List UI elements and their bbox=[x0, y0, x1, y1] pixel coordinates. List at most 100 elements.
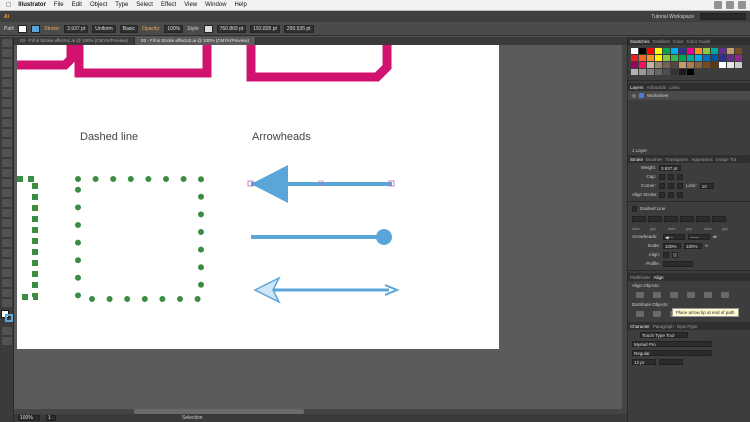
link-scale-icon[interactable]: ∞ bbox=[705, 243, 708, 248]
menu-view[interactable]: View bbox=[184, 2, 197, 8]
color-swatch[interactable] bbox=[703, 55, 710, 61]
spotlight-icon[interactable] bbox=[738, 1, 746, 9]
menu-object[interactable]: Object bbox=[90, 2, 107, 8]
artboard-number-field[interactable]: 1 bbox=[46, 415, 56, 421]
color-swatch[interactable] bbox=[655, 62, 662, 68]
color-swatch[interactable] bbox=[655, 69, 662, 75]
tab-layers[interactable]: Layers bbox=[630, 85, 644, 90]
stroke-swatch[interactable] bbox=[31, 24, 41, 33]
color-swatch[interactable] bbox=[679, 48, 686, 54]
color-swatch[interactable] bbox=[647, 55, 654, 61]
color-swatch[interactable] bbox=[679, 69, 686, 75]
current-tool-label[interactable]: Selection bbox=[182, 415, 203, 421]
color-swatch[interactable] bbox=[719, 48, 726, 54]
scale-tool-icon[interactable] bbox=[2, 159, 12, 167]
menu-effect[interactable]: Effect bbox=[161, 2, 176, 8]
visibility-eye-icon[interactable]: ◎ bbox=[632, 93, 636, 99]
color-swatch[interactable] bbox=[687, 48, 694, 54]
tab-artboards[interactable]: Artboards bbox=[647, 85, 667, 90]
start-scale-field[interactable]: 100% bbox=[663, 242, 681, 249]
round-join-button[interactable] bbox=[668, 182, 674, 189]
color-swatch[interactable] bbox=[639, 62, 646, 68]
color-swatch[interactable] bbox=[679, 55, 686, 61]
menu-app-name[interactable]: Illustrator bbox=[18, 2, 46, 8]
tab-color-guide[interactable]: Color Guide bbox=[687, 39, 711, 44]
place-arrow-tip-button[interactable] bbox=[672, 251, 678, 258]
search-input[interactable] bbox=[700, 13, 746, 20]
slice-tool-icon[interactable] bbox=[2, 279, 12, 287]
color-swatch[interactable] bbox=[727, 55, 734, 61]
brush-definition-select[interactable]: Basic bbox=[119, 24, 138, 33]
variable-width-select[interactable]: Uniform bbox=[92, 24, 116, 33]
line-tool-icon[interactable] bbox=[2, 99, 12, 107]
paintbrush-tool-icon[interactable] bbox=[2, 119, 12, 127]
free-transform-tool-icon[interactable] bbox=[2, 179, 12, 187]
zoom-field[interactable]: 100% bbox=[18, 415, 40, 421]
rectangle-tool-icon[interactable] bbox=[2, 109, 12, 117]
gap-field-2[interactable] bbox=[680, 216, 694, 222]
artboard-tool-icon[interactable] bbox=[2, 269, 12, 277]
miter-join-button[interactable] bbox=[659, 182, 665, 189]
eyedropper-tool-icon[interactable] bbox=[2, 229, 12, 237]
align-inside-button[interactable] bbox=[668, 191, 674, 198]
color-swatch[interactable] bbox=[631, 48, 638, 54]
drawing-mode-icon[interactable] bbox=[2, 327, 12, 335]
start-arrowhead-select[interactable]: ◀— bbox=[663, 233, 685, 240]
symbol-sprayer-tool-icon[interactable] bbox=[2, 249, 12, 257]
font-family-select[interactable]: Myriad Pro bbox=[632, 340, 712, 347]
color-swatch[interactable] bbox=[695, 48, 702, 54]
pencil-tool-icon[interactable] bbox=[2, 129, 12, 137]
arrowheads-heading[interactable]: Arrowheads bbox=[252, 131, 311, 143]
align-center-button[interactable] bbox=[659, 191, 665, 198]
gap-field-1[interactable] bbox=[648, 216, 662, 222]
color-swatch[interactable] bbox=[735, 62, 742, 68]
menu-window[interactable]: Window bbox=[205, 2, 226, 8]
dashed-line-checkbox[interactable] bbox=[632, 205, 637, 212]
hand-tool-icon[interactable] bbox=[2, 289, 12, 297]
tab-swatches[interactable]: Swatches bbox=[630, 39, 650, 44]
tab-appearance[interactable]: Appearanc bbox=[691, 157, 713, 162]
color-swatch[interactable] bbox=[703, 48, 710, 54]
align-left-icon[interactable] bbox=[636, 292, 644, 298]
dash-field-1[interactable] bbox=[632, 216, 646, 222]
stroke-color-icon[interactable] bbox=[5, 314, 13, 322]
apple-icon[interactable]:  bbox=[6, 2, 11, 9]
gap-field-3[interactable] bbox=[712, 216, 726, 222]
x-field[interactable]: 760.869 pt bbox=[216, 24, 247, 33]
color-swatch[interactable] bbox=[655, 55, 662, 61]
color-swatch[interactable] bbox=[711, 48, 718, 54]
dash-field-3[interactable] bbox=[696, 216, 710, 222]
magic-wand-tool-icon[interactable] bbox=[2, 59, 12, 67]
fill-stroke-indicator[interactable] bbox=[1, 310, 13, 324]
tab-image-trace[interactable]: Image Tra bbox=[716, 157, 736, 162]
align-right-icon[interactable] bbox=[670, 292, 678, 298]
end-arrowhead-select[interactable]: —— bbox=[688, 233, 710, 240]
distribute-top-icon[interactable] bbox=[636, 311, 644, 317]
color-swatch[interactable] bbox=[671, 55, 678, 61]
menu-file[interactable]: File bbox=[54, 2, 64, 8]
profile-select[interactable] bbox=[663, 260, 693, 267]
doc-tab[interactable]: 03 - Fill & Stroke effects1.ai @ 100% (C… bbox=[14, 37, 136, 45]
stroke-weight-field[interactable]: 3.937 pt bbox=[64, 24, 89, 33]
tab-brushes[interactable]: Brushes bbox=[646, 157, 663, 162]
color-swatch[interactable] bbox=[671, 48, 678, 54]
extend-arrow-tip-button[interactable] bbox=[663, 251, 669, 258]
color-swatch[interactable] bbox=[663, 48, 670, 54]
magenta-frame-partial[interactable] bbox=[17, 45, 76, 70]
font-size-field[interactable]: 12 pt bbox=[632, 358, 656, 365]
projecting-cap-button[interactable] bbox=[677, 173, 683, 180]
color-swatch[interactable] bbox=[687, 55, 694, 61]
color-swatch[interactable] bbox=[631, 55, 638, 61]
color-swatch[interactable] bbox=[695, 62, 702, 68]
tab-align[interactable]: Align bbox=[654, 275, 664, 280]
color-swatch[interactable] bbox=[655, 48, 662, 54]
round-cap-button[interactable] bbox=[668, 173, 674, 180]
align-top-icon[interactable] bbox=[687, 292, 695, 298]
graph-tool-icon[interactable] bbox=[2, 259, 12, 267]
fill-swatch[interactable] bbox=[18, 24, 28, 33]
perspective-grid-tool-icon[interactable] bbox=[2, 199, 12, 207]
color-swatch[interactable] bbox=[647, 48, 654, 54]
distribute-vcenter-icon[interactable] bbox=[653, 311, 661, 317]
menu-edit[interactable]: Edit bbox=[72, 2, 82, 8]
style-swatch[interactable] bbox=[203, 24, 213, 33]
